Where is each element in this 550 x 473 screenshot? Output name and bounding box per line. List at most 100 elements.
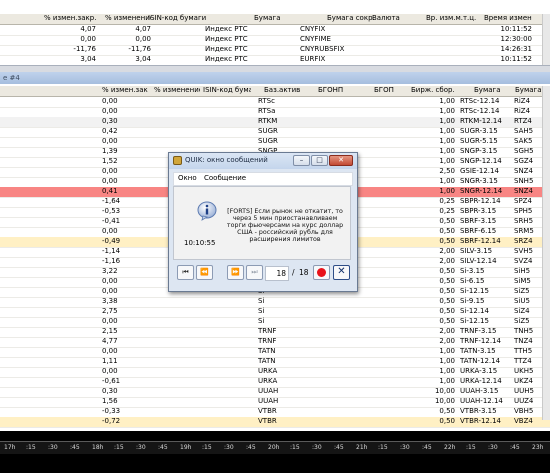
table-cell: SNZ4	[514, 167, 533, 175]
top-vertical-scrollbar[interactable]	[542, 14, 550, 65]
counter-separator: /	[292, 268, 295, 277]
main-vertical-scrollbar[interactable]	[542, 86, 550, 420]
col-header[interactable]: Бумага	[474, 86, 504, 95]
table-cell: -11,76	[128, 45, 151, 53]
table-cell: URKA	[258, 377, 278, 385]
table-cell: 2,75	[102, 307, 118, 315]
timeline-tick-label: :15	[114, 444, 124, 451]
table-cell: TRNF-3.15	[460, 327, 497, 335]
table-cell: 2,00	[439, 247, 455, 255]
table-cell: TATN	[258, 347, 276, 355]
table-cell: Индекс РТС	[205, 45, 248, 53]
current-message-field[interactable]: 18	[265, 266, 289, 281]
table-cell: SPZ4	[514, 197, 532, 205]
table-cell: 1,00	[439, 367, 455, 375]
table-cell: 2,15	[102, 327, 118, 335]
table-cell: 10,00	[434, 387, 455, 395]
table-cell: SILV-12.14	[460, 257, 497, 265]
table-cell: SNGP-3.15	[460, 147, 498, 155]
menu-item-message[interactable]: Сообщение	[204, 174, 246, 183]
table-cell: SBPR-3.15	[460, 207, 497, 215]
table-cell: SiU5	[514, 297, 530, 305]
table-cell: VBH5	[514, 407, 534, 415]
maximize-button[interactable]: □	[311, 155, 328, 166]
col-header[interactable]: % изменение	[154, 86, 200, 95]
window-title[interactable]: e #4	[0, 72, 550, 84]
dismiss-button[interactable]: ✕	[333, 265, 350, 280]
col-header[interactable]: % измен.закр.	[102, 86, 148, 95]
table-cell: SRH5	[514, 217, 534, 225]
table-cell: 0,00	[102, 137, 118, 145]
next-message-button[interactable]: ⏩	[227, 265, 244, 280]
menu-item-window[interactable]: Окно	[178, 174, 197, 183]
last-message-button[interactable]: ⏭	[246, 265, 263, 280]
timeline-tick-label: 17h	[4, 444, 16, 451]
table-cell: 2,00	[439, 327, 455, 335]
table-cell: 0,50	[439, 317, 455, 325]
table-cell: TNZ4	[514, 337, 533, 345]
col-header[interactable]: Бумага сокр.	[327, 14, 377, 23]
table-cell: SVH5	[514, 247, 533, 255]
col-header[interactable]: Бумага	[254, 14, 284, 23]
table-row[interactable]: -0,72 VTBR 0,50 VTBR-12.14 VBZ4	[0, 417, 550, 428]
table-cell: 4,07	[135, 25, 151, 33]
table-cell: TRNF	[258, 337, 277, 345]
dialog-titlebar[interactable]: QUIK: окно сообщений – □ ✕	[169, 153, 357, 169]
table-cell: VTBR	[258, 417, 277, 425]
col-header[interactable]: ISIN-код бумаги	[148, 14, 208, 23]
timeline-tick-label: :15	[202, 444, 212, 451]
table-cell: RTZ4	[514, 117, 532, 125]
table-cell: URKA	[258, 367, 278, 375]
table-cell: Si	[258, 297, 265, 305]
col-header[interactable]: % измен.закр.	[44, 14, 96, 23]
minimize-button[interactable]: –	[293, 155, 310, 166]
col-header[interactable]: ISIN-код бумаги	[203, 86, 251, 95]
table-cell: 3,04	[135, 55, 151, 63]
table-cell: TATN-3.15	[460, 347, 496, 355]
close-button[interactable]: ✕	[329, 155, 353, 166]
table-cell: RiZ4	[514, 107, 531, 115]
table-cell: SBPR-12.14	[460, 197, 501, 205]
col-header[interactable]: Валюта	[372, 14, 402, 23]
col-header[interactable]: Бумага...	[515, 86, 545, 95]
timeline-tick-label: :15	[26, 444, 36, 451]
col-header[interactable]: Баз.актив	[264, 86, 300, 95]
table-cell: 1,00	[439, 107, 455, 115]
table-cell: 3,22	[102, 267, 118, 275]
table-cell: SUGR-5.15	[460, 137, 498, 145]
timeline-tick-label: 20h	[268, 444, 280, 451]
table-cell: UUAH-12.14	[460, 397, 503, 405]
col-header[interactable]: Вр. изм.м.т.ц.	[426, 14, 476, 23]
table-cell: 4,07	[80, 25, 96, 33]
table-cell: 1,00	[439, 187, 455, 195]
table-cell: Si-6.15	[460, 277, 485, 285]
record-icon[interactable]	[313, 265, 330, 280]
table-cell: 1,00	[439, 347, 455, 355]
first-message-button[interactable]: ⏮	[177, 265, 194, 280]
message-panel: 10:10:55 [FORTS] Если рынок не откатит, …	[173, 186, 351, 260]
table-cell: SUGR-3.15	[460, 127, 498, 135]
table-cell: UUAH-3.15	[460, 387, 499, 395]
timeline-tick-label: :30	[488, 444, 498, 451]
table-cell: Индекс РТС	[205, 55, 248, 63]
col-header[interactable]: БГОП	[374, 86, 404, 95]
table-cell: 0,00	[102, 317, 118, 325]
col-header[interactable]: % изменение	[105, 14, 151, 23]
timeline-tick-label: :15	[466, 444, 476, 451]
top-table-header: % измен.закр. % изменение ISIN-код бумаг…	[0, 14, 550, 25]
table-cell: 2,50	[439, 167, 455, 175]
prev-message-button[interactable]: ⏪	[196, 265, 213, 280]
table-cell: Si-12.15	[460, 287, 489, 295]
col-header[interactable]: БГОНП	[318, 86, 348, 95]
table-cell: 0,30	[102, 387, 118, 395]
col-header[interactable]: Бирж. сбор.	[411, 86, 455, 95]
col-header[interactable]: Время измен.	[484, 14, 532, 23]
table-cell: 0,30	[102, 117, 118, 125]
dialog-title: QUIK: окно сообщений	[185, 156, 268, 164]
table-cell: 1,00	[439, 127, 455, 135]
table-cell: 2,00	[439, 337, 455, 345]
quik-app-icon	[173, 156, 182, 165]
table-cell: SiZ4	[514, 307, 530, 315]
timeline-tick-label: :45	[334, 444, 344, 451]
table-cell: 0,00	[102, 287, 118, 295]
